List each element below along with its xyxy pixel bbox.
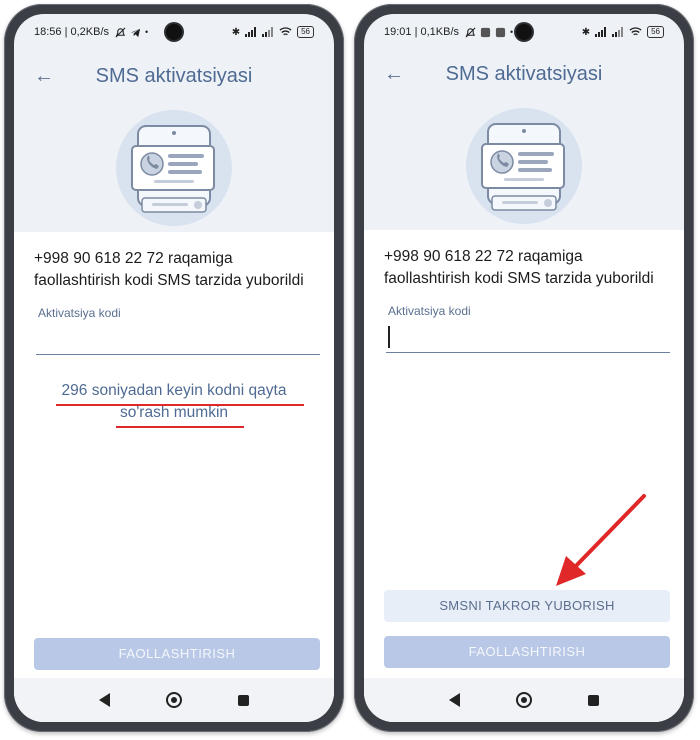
bluetooth-icon: ✱ [581,26,591,38]
android-nav-bar [364,678,684,722]
signal-icon-2 [612,27,624,37]
wifi-icon [279,27,292,36]
nav-back-icon[interactable] [99,693,110,707]
nav-recent-icon[interactable] [238,694,249,706]
back-arrow-icon[interactable]: ← [32,64,56,88]
status-bar: 18:56 | 0,2KB/s • ✱ 56 [14,14,334,50]
battery-icon: 56 [297,26,314,38]
telegram-icon [130,28,141,37]
page-title: SMS aktivatsiyasi [445,62,603,85]
status-time: 18:56 | 0,2KB/s [34,26,110,38]
phone-sms-illustration-icon [116,110,232,226]
bluetooth-icon: ✱ [231,26,241,38]
content-card: +998 90 618 22 72 raqamiga faollashtiris… [364,230,684,722]
activation-code-input[interactable] [36,324,320,355]
notification-muted-icon [465,27,476,37]
android-nav-bar [14,678,334,722]
text-cursor [388,326,390,348]
app-notification-icon [495,27,506,37]
content-card: +998 90 618 22 72 raqamiga faollashtiris… [14,232,334,722]
app-notification-icon [480,27,491,37]
phone-left: 18:56 | 0,2KB/s • ✱ 56 ← SMS aktivatsiya… [4,4,344,732]
phone-sms-illustration-icon [466,108,582,224]
signal-icon-2 [262,27,274,37]
battery-icon: 56 [647,26,664,38]
resend-countdown-text: 296 soniyadan keyin kodni qayta so'rash … [61,382,287,421]
status-time: 19:01 | 0,1KB/s [384,26,460,38]
app-bar: ← SMS aktivatsiyasi [364,52,684,96]
screen-right: 19:01 | 0,1KB/s • ✱ 56 ← SMS aktivatsiya… [364,14,684,722]
status-dot-icon: • [510,27,514,37]
activation-code-label: Aktivatsiya kodi [388,304,471,318]
activation-code-label: Aktivatsiya kodi [38,306,121,320]
nav-recent-icon[interactable] [588,694,599,706]
nav-home-icon[interactable] [516,692,532,708]
status-bar: 19:01 | 0,1KB/s • ✱ 56 [364,14,684,50]
status-dot-icon: • [145,27,149,37]
app-bar: ← SMS aktivatsiyasi [14,54,334,98]
sms-sent-message: +998 90 618 22 72 raqamiga faollashtiris… [384,248,654,287]
resend-sms-button[interactable]: SMSNI TAKROR YUBORISH [384,590,670,622]
annotation-underline [56,404,304,406]
activation-code-input[interactable] [386,322,670,353]
page-title: SMS aktivatsiyasi [95,64,253,87]
sms-sent-message: +998 90 618 22 72 raqamiga faollashtiris… [34,250,304,289]
activate-button[interactable]: FAOLLASHTIRISH [34,638,320,670]
nav-back-icon[interactable] [449,693,460,707]
signal-icon [595,27,607,37]
back-arrow-icon[interactable]: ← [382,62,406,86]
wifi-icon [629,27,642,36]
annotation-underline [116,426,244,428]
screen-left: 18:56 | 0,2KB/s • ✱ 56 ← SMS aktivatsiya… [14,14,334,722]
notification-muted-icon [115,27,126,37]
nav-home-icon[interactable] [166,692,182,708]
signal-icon [245,27,257,37]
phone-right: 19:01 | 0,1KB/s • ✱ 56 ← SMS aktivatsiya… [354,4,694,732]
activate-button[interactable]: FAOLLASHTIRISH [384,636,670,668]
